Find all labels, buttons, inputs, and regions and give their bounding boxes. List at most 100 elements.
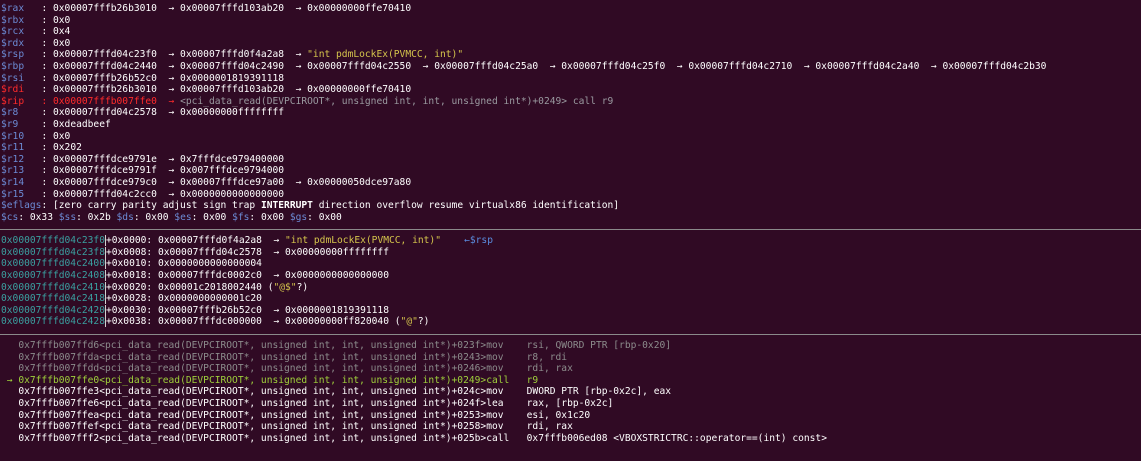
register-value: : 0x00007fffb26b3010 → 0x00007fffd103ab2…	[41, 3, 412, 14]
segment-register-value: : 0x2b	[76, 211, 117, 223]
instruction-symbol: <pci_data_read(DEVPCIROOT*, unsigned int…	[99, 374, 487, 386]
instruction-mnemonic: mov	[486, 409, 527, 421]
stack-row: 0x00007fffd04c2410+0x0020: 0x00001c20180…	[1, 281, 1141, 294]
register-name: $r14	[1, 176, 42, 188]
stack-row: 0x00007fffd04c2428+0x0038: 0x00007fffdc0…	[1, 316, 1141, 328]
stack-string: "int pdmLockEx(PVMCC, int)"	[285, 235, 441, 247]
stack-value: +0x0038: 0x00007fffdc000000 → 0x00000000…	[105, 316, 401, 328]
stack-address: 0x00007fffd04c23f0	[1, 235, 106, 247]
register-row: $rax : 0x00007fffb26b3010 → 0x00007fffd1…	[1, 3, 1141, 15]
instruction-mnemonic: mov	[486, 340, 527, 352]
segment-register-name: $ss	[58, 211, 77, 223]
stack-row: 0x00007fffd04c2408+0x0018: 0x00007fffdc0…	[1, 270, 1141, 282]
register-name: $rcx	[1, 26, 42, 38]
terminal-window: $rax : 0x00007fffb26b3010 → 0x00007fffd1…	[0, 0, 1141, 461]
instruction-row: 0x7fffb007ffe6<pci_data_read(DEVPCIROOT*…	[1, 398, 1141, 410]
stack-string: "@$"	[273, 281, 297, 293]
register-value: : 0x0	[41, 130, 71, 142]
instruction-operands: 0x7fffb006ed08 <VBOXSTRICTRC::operator==…	[526, 432, 827, 444]
register-row: $r10 : 0x0	[1, 131, 1141, 143]
register-row: $r14 : 0x00007fffdce979c0 → 0x00007fffdc…	[1, 177, 1141, 189]
instruction-operands: rdi, rax	[526, 421, 573, 433]
register-name: $rdi	[1, 84, 42, 96]
register-name: $r10	[1, 130, 42, 142]
register-row: $rbp : 0x00007fffd04c2440 → 0x00007fffd0…	[1, 61, 1141, 73]
instruction-row: 0x7fffb007ffda<pci_data_read(DEVPCIROOT*…	[1, 352, 1141, 364]
instruction-symbol: <pci_data_read(DEVPCIROOT*, unsigned int…	[99, 398, 487, 409]
register-value: : 0x00007fffd04c23f0 → 0x00007fffd0f4a2a…	[41, 49, 308, 61]
register-symbol: <pci_data_read(DEVPCIROOT*, unsigned int…	[180, 95, 614, 107]
segment-register-name: $es	[174, 211, 192, 223]
stack-address: 0x00007fffd04c2408	[1, 270, 106, 282]
instruction-address: 0x7fffb007ffe6	[18, 398, 100, 409]
register-row: $rdx : 0x0	[1, 38, 1141, 50]
register-value: : 0x00007fffdce9791f → 0x007fffdce979400…	[41, 165, 285, 177]
instruction-address: 0x7fffb007ffda	[18, 351, 100, 363]
register-name: $r12	[1, 153, 42, 165]
instruction-gutter	[1, 433, 18, 444]
register-row: $rbx : 0x0	[1, 15, 1141, 27]
register-name: $rsp	[1, 49, 42, 61]
register-name: $r8	[1, 107, 42, 119]
register-value: : 0x202	[41, 142, 82, 154]
instruction-address: 0x7fffb007ffef	[18, 421, 100, 433]
current-instruction-arrow-icon: →	[1, 374, 19, 386]
stack-value: +0x0008: 0x00007fffd04c2578 → 0x00000000…	[105, 246, 389, 258]
instruction-operands: r8, rdi	[526, 351, 568, 363]
register-value: : 0x0	[41, 37, 71, 49]
instruction-symbol: <pci_data_read(DEVPCIROOT*, unsigned int…	[99, 386, 487, 398]
segment-register-name: $fs	[232, 211, 250, 223]
register-row: $rsp : 0x00007fffd04c23f0 → 0x00007fffd0…	[1, 49, 1141, 61]
eflags-flags: direction overflow resume virtualx86 ide…	[312, 200, 620, 212]
register-row: $rcx : 0x4	[1, 26, 1141, 38]
instruction-gutter	[1, 363, 18, 374]
segment-register-name: $ds	[116, 211, 134, 223]
instruction-operands: rdi, rax	[526, 363, 573, 375]
stack-row: 0x00007fffd04c2418+0x0028: 0x00000000000…	[1, 293, 1141, 305]
instruction-operands: DWORD PTR [rbp-0x2c], eax	[526, 386, 672, 398]
code-panel: 0x7fffb007ffd6 <pci_data_read(DEVPCIROOT*…	[0, 340, 1141, 444]
register-row: $r8 : 0x00007fffd04c2578 → 0x00000000fff…	[1, 107, 1141, 119]
register-value: : 0xdeadbeef	[41, 118, 111, 130]
register-value: : 0x00007fffb26b52c0 → 0x000000181939111…	[41, 72, 285, 84]
instruction-mnemonic: lea	[486, 398, 527, 409]
instruction-gutter	[1, 410, 18, 421]
register-value: : 0x00007fffdce979c0 → 0x00007fffdce97a0…	[41, 176, 412, 188]
register-name: $r11	[1, 142, 42, 154]
stack-address: 0x00007fffd04c2410	[1, 281, 106, 293]
instruction-address: 0x7fffb007ffd6	[18, 340, 100, 352]
current-instruction-row: → 0x7fffb007ffe0<pci_data_read(DEVPCIROO…	[1, 375, 1141, 387]
register-value: : 0x00007fffd04c2cc0 → 0x000000000000000…	[41, 188, 285, 200]
eflags-set-flag: INTERRUPT	[260, 200, 313, 212]
stack-address: 0x00007fffd04c2418	[1, 293, 106, 305]
register-row: $r11 : 0x202	[1, 142, 1141, 154]
stack-row: 0x00007fffd04c2420+0x0030: 0x00007fffb26…	[1, 304, 1141, 317]
register-value: : 0x4	[41, 26, 71, 38]
stack-value: +0x0020: 0x00001c2018002440 (	[105, 281, 274, 293]
stack-address: 0x00007fffd04c2420	[1, 304, 106, 316]
instruction-gutter	[1, 398, 18, 409]
register-value: : 0x00007fffdce9791e → 0x7fffdce97940000…	[41, 153, 285, 165]
register-value: : 0x00007fffb26b3010 → 0x00007fffd103ab2…	[41, 84, 412, 96]
stack-string: "@"	[400, 316, 418, 328]
stack-value: +0x0018: 0x00007fffdc0002c0 → 0x00000000…	[105, 270, 389, 282]
segment-register-value: : 0x00	[133, 211, 175, 223]
instruction-symbol: <pci_data_read(DEVPCIROOT*, unsigned int…	[99, 409, 487, 421]
instruction-mnemonic: call	[486, 432, 527, 444]
register-name: $rdx	[1, 37, 42, 49]
instruction-address: 0x7fffb007ffe0	[18, 374, 100, 386]
stack-address: 0x00007fffd04c2428	[1, 316, 106, 328]
instruction-mnemonic: mov	[486, 421, 527, 433]
register-name: $r9	[1, 118, 42, 130]
stack-row: 0x00007fffd04c23f0+0x0000: 0x00007fffd0f…	[1, 235, 1141, 247]
segment-register-name: $gs	[289, 211, 308, 223]
register-name: $rax	[1, 3, 42, 14]
instruction-symbol: <pci_data_read(DEVPCIROOT*, unsigned int…	[99, 363, 487, 375]
stack-row: 0x00007fffd04c23f8+0x0008: 0x00007fffd04…	[1, 246, 1141, 259]
register-name: $r15	[1, 188, 42, 200]
register-value: : 0x00007fffb007ffe0 →	[41, 95, 181, 107]
register-name: $eflags	[1, 200, 42, 212]
instruction-mnemonic: call	[486, 374, 527, 386]
segment-register-value: : 0x00	[191, 211, 233, 223]
stack-panel: 0x00007fffd04c23f0+0x0000: 0x00007fffd0f…	[0, 235, 1141, 328]
